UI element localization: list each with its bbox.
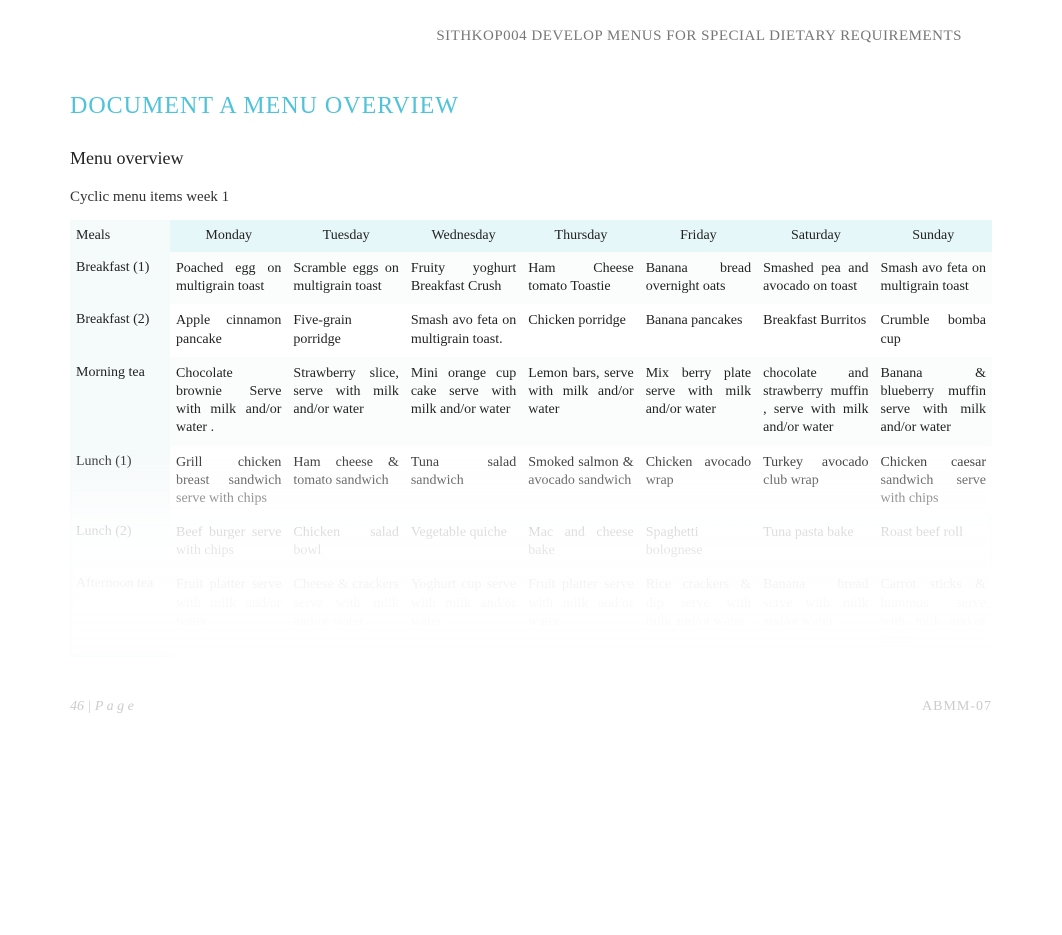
- cell: Roast beef roll: [875, 516, 992, 568]
- subtitle: Menu overview: [70, 148, 992, 169]
- cell: Fruit platter serve with milk and/or wat…: [522, 568, 639, 657]
- cell: Beef burger serve with chips: [170, 516, 287, 568]
- cell: Carrot sticks & hummus serve with milk a…: [875, 568, 992, 657]
- row-label: Afternoon tea: [70, 568, 170, 657]
- cell: Lemon bars, serve with milk and/or water: [522, 357, 639, 446]
- col-friday: Friday: [640, 220, 757, 252]
- cell: Banana & blueberry muffin serve with mil…: [875, 357, 992, 446]
- page-title: DOCUMENT A MENU OVERVIEW: [70, 93, 992, 120]
- cell: Smash avo feta on multigrain toast: [875, 252, 992, 304]
- cell: Five-grain porridge: [287, 304, 404, 356]
- cell: Tuna salad sandwich: [405, 446, 522, 517]
- subheading: Cyclic menu items week 1: [70, 189, 992, 206]
- cell: Spaghetti bolognese: [640, 516, 757, 568]
- cell: Poached egg on multigrain toast: [170, 252, 287, 304]
- cell: Ham Cheese tomato Toastie: [522, 252, 639, 304]
- cell: Chicken porridge: [522, 304, 639, 356]
- table-wrap: Meals Monday Tuesday Wednesday Thursday …: [70, 220, 992, 657]
- cell: Banana bread serve with milk and/or wate…: [757, 568, 874, 657]
- cell: Vegetable quiche: [405, 516, 522, 568]
- cell: Turkey avocado club wrap: [757, 446, 874, 517]
- cell: Smashed pea and avocado on toast: [757, 252, 874, 304]
- cell: Banana pancakes: [640, 304, 757, 356]
- row-label: Morning tea: [70, 357, 170, 446]
- row-label: Breakfast (2): [70, 304, 170, 356]
- cell: Fruity yoghurt Breakfast Crush: [405, 252, 522, 304]
- cell: Smash avo feta on multigrain toast.: [405, 304, 522, 356]
- table-row: Breakfast (2) Apple cinnamon pancake Fiv…: [70, 304, 992, 356]
- cell: Mini orange cup cake serve with milk and…: [405, 357, 522, 446]
- cell: Mix berry plate serve with milk and/or w…: [640, 357, 757, 446]
- col-wednesday: Wednesday: [405, 220, 522, 252]
- col-sunday: Sunday: [875, 220, 992, 252]
- row-label: Lunch (2): [70, 516, 170, 568]
- cell: Apple cinnamon pancake: [170, 304, 287, 356]
- table-row: Lunch (1) Grill chicken breast sandwich …: [70, 446, 992, 517]
- page-footer: 46 | P a g e ABMM-07: [0, 699, 1062, 715]
- cell: Fruit platter serve with milk and/or wat…: [170, 568, 287, 657]
- table-header-row: Meals Monday Tuesday Wednesday Thursday …: [70, 220, 992, 252]
- cell: Rice crackers & dip serve with milk and/…: [640, 568, 757, 657]
- cell: chocolate and strawberry muffin , serve …: [757, 357, 874, 446]
- cell: Crumble bomba cup: [875, 304, 992, 356]
- footer-doc-code: ABMM-07: [922, 699, 992, 715]
- cell: Scramble eggs on multigrain toast: [287, 252, 404, 304]
- cell: Chicken caesar sandwich serve with chips: [875, 446, 992, 517]
- col-meals: Meals: [70, 220, 170, 252]
- cell: Ham cheese & tomato sandwich: [287, 446, 404, 517]
- row-label: Lunch (1): [70, 446, 170, 517]
- cell: Chocolate brownie Serve with milk and/or…: [170, 357, 287, 446]
- page-content: DOCUMENT A MENU OVERVIEW Menu overview C…: [0, 53, 1062, 657]
- table-row: Afternoon tea Fruit platter serve with m…: [70, 568, 992, 657]
- col-monday: Monday: [170, 220, 287, 252]
- footer-page-number: 46 | P a g e: [70, 699, 134, 715]
- col-tuesday: Tuesday: [287, 220, 404, 252]
- cell: Banana bread overnight oats: [640, 252, 757, 304]
- table-row: Breakfast (1) Poached egg on multigrain …: [70, 252, 992, 304]
- menu-table: Meals Monday Tuesday Wednesday Thursday …: [70, 220, 992, 657]
- cell: Breakfast Burritos: [757, 304, 874, 356]
- cell: Mac and cheese bake: [522, 516, 639, 568]
- table-row: Lunch (2) Beef burger serve with chips C…: [70, 516, 992, 568]
- header-course-code: SITHKOP004 DEVELOP MENUS FOR SPECIAL DIE…: [0, 0, 1062, 53]
- cell: Cheese & crackers serve with milk and/or…: [287, 568, 404, 657]
- row-label: Breakfast (1): [70, 252, 170, 304]
- cell: Yoghurt cup serve with milk and/or water: [405, 568, 522, 657]
- cell: Chicken salad bowl: [287, 516, 404, 568]
- table-row: Morning tea Chocolate brownie Serve with…: [70, 357, 992, 446]
- cell: Grill chicken breast sandwich serve with…: [170, 446, 287, 517]
- col-thursday: Thursday: [522, 220, 639, 252]
- cell: Chicken avocado wrap: [640, 446, 757, 517]
- cell: Tuna pasta bake: [757, 516, 874, 568]
- col-saturday: Saturday: [757, 220, 874, 252]
- cell: Strawberry slice, serve with milk and/or…: [287, 357, 404, 446]
- cell: Smoked salmon & avocado sandwich: [522, 446, 639, 517]
